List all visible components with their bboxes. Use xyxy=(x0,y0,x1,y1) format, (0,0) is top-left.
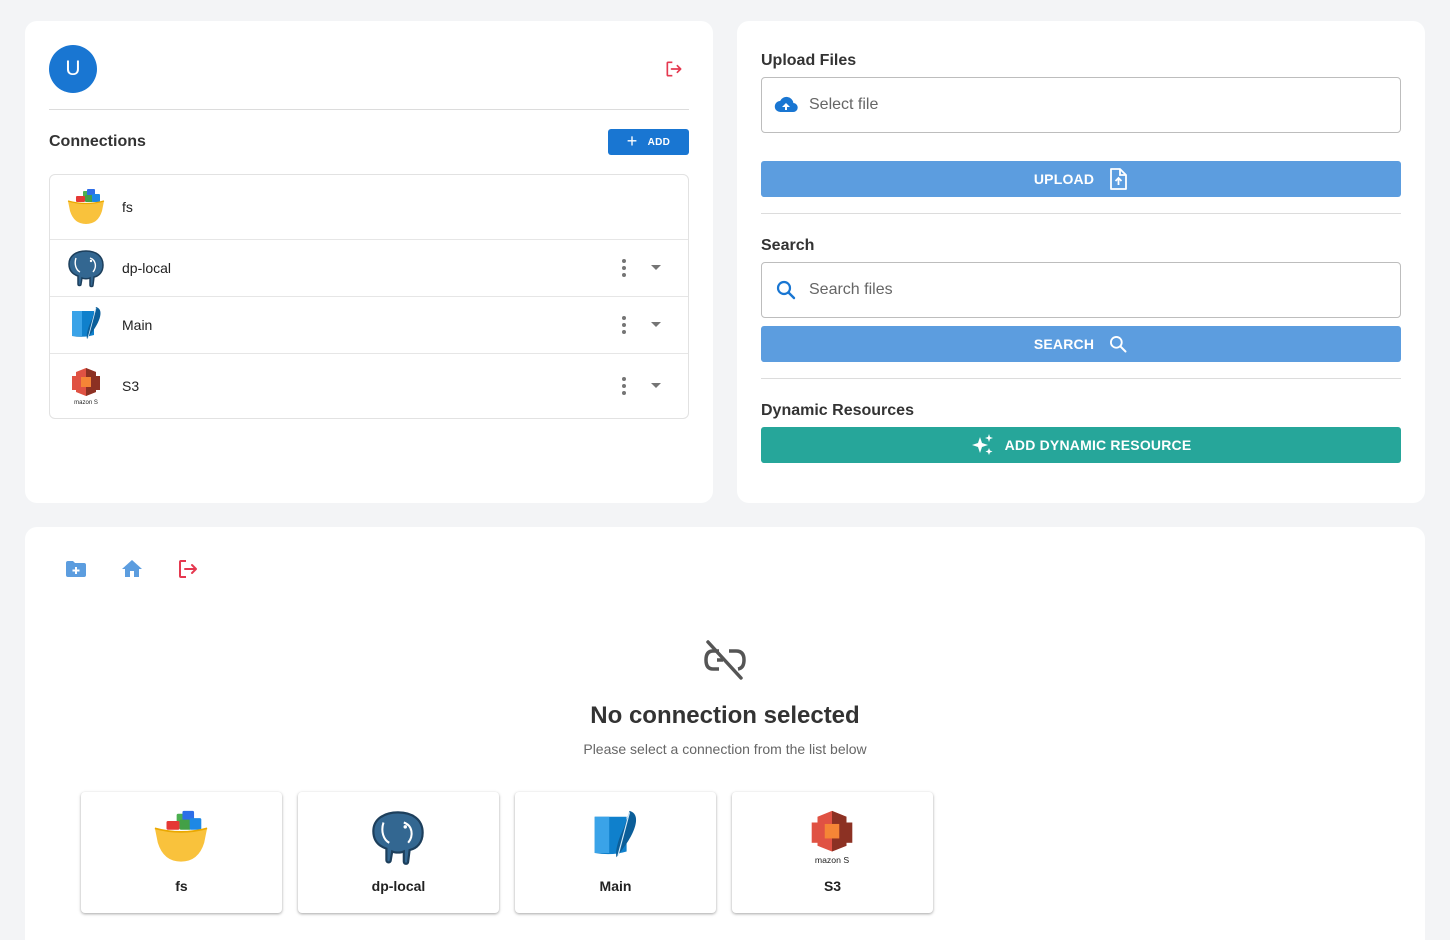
search-title: Search xyxy=(761,237,815,254)
more-vert-icon[interactable] xyxy=(614,256,634,280)
amazon-s3-icon xyxy=(66,366,106,406)
search-input[interactable] xyxy=(809,263,1389,317)
search-icon xyxy=(776,280,796,300)
connections-title: Connections xyxy=(49,133,146,150)
link-off-icon xyxy=(704,640,746,680)
bowl-icon xyxy=(66,187,106,227)
logout-icon[interactable] xyxy=(176,557,200,581)
add-connection-label: ADD xyxy=(647,136,671,148)
connection-name: Main xyxy=(122,317,153,333)
connection-tile-fs[interactable]: fs xyxy=(81,792,282,913)
more-vert-icon[interactable] xyxy=(614,374,634,398)
search-icon xyxy=(1110,336,1127,353)
divider xyxy=(761,213,1401,214)
actions-card: Upload Files UPLOAD Search SEARCH Dynami… xyxy=(737,21,1425,503)
plus-icon: + xyxy=(626,131,638,151)
file-browser-card: No connection selected Please select a c… xyxy=(25,527,1425,940)
connection-item-main[interactable]: Main xyxy=(50,297,688,354)
connection-item-dp-local[interactable]: dp-local xyxy=(50,240,688,297)
home-icon[interactable] xyxy=(120,557,144,581)
chevron-down-icon[interactable] xyxy=(650,264,662,272)
amazon-s3-icon xyxy=(803,808,861,866)
divider xyxy=(49,109,689,110)
connection-tile-dp-local[interactable]: dp-local xyxy=(298,792,499,913)
connection-item-fs[interactable]: fs xyxy=(50,175,688,240)
connection-name: S3 xyxy=(122,378,140,394)
file-upload-icon xyxy=(1110,168,1128,190)
sparkle-icon xyxy=(971,434,993,455)
avatar[interactable]: U xyxy=(49,45,97,93)
tile-name: fs xyxy=(175,878,188,894)
chevron-down-icon[interactable] xyxy=(650,382,662,390)
postgres-elephant-icon xyxy=(66,248,106,288)
bowl-icon xyxy=(152,808,210,866)
file-select-input[interactable] xyxy=(809,78,1389,132)
empty-state-subtitle: Please select a connection from the list… xyxy=(583,741,867,757)
sqlite-feather-icon xyxy=(66,305,106,345)
empty-state-title: No connection selected xyxy=(590,702,860,729)
upload-button[interactable]: UPLOAD xyxy=(761,161,1401,197)
tile-name: S3 xyxy=(823,878,842,894)
connections-card: U Connections + ADD fs dp-local Main S3 xyxy=(25,21,713,503)
search-button[interactable]: SEARCH xyxy=(761,326,1401,362)
file-select-field[interactable] xyxy=(761,77,1401,133)
tile-name: Main xyxy=(599,878,632,894)
search-field[interactable] xyxy=(761,262,1401,318)
logout-icon[interactable] xyxy=(664,59,684,79)
search-label: SEARCH xyxy=(1033,336,1095,352)
tile-name: dp-local xyxy=(371,878,426,894)
connection-name: fs xyxy=(122,199,133,215)
connection-item-s3[interactable]: S3 xyxy=(50,354,688,418)
connection-name: dp-local xyxy=(122,260,172,276)
chevron-down-icon[interactable] xyxy=(650,321,662,329)
new-folder-icon[interactable] xyxy=(64,557,88,581)
connection-tile-s3[interactable]: S3 xyxy=(732,792,933,913)
connection-list: fs dp-local Main S3 xyxy=(49,174,689,419)
divider xyxy=(761,378,1401,379)
add-connection-button[interactable]: + ADD xyxy=(608,129,689,155)
add-dynamic-resource-button[interactable]: ADD DYNAMIC RESOURCE xyxy=(761,427,1401,463)
dynamic-title: Dynamic Resources xyxy=(761,402,914,419)
connection-tile-main[interactable]: Main xyxy=(515,792,716,913)
upload-title: Upload Files xyxy=(761,52,857,69)
add-dynamic-resource-label: ADD DYNAMIC RESOURCE xyxy=(1004,437,1192,453)
cloud-upload-icon xyxy=(774,96,798,113)
upload-label: UPLOAD xyxy=(1033,171,1095,187)
more-vert-icon[interactable] xyxy=(614,313,634,337)
postgres-elephant-icon xyxy=(369,808,427,866)
sqlite-feather-icon xyxy=(586,808,644,866)
